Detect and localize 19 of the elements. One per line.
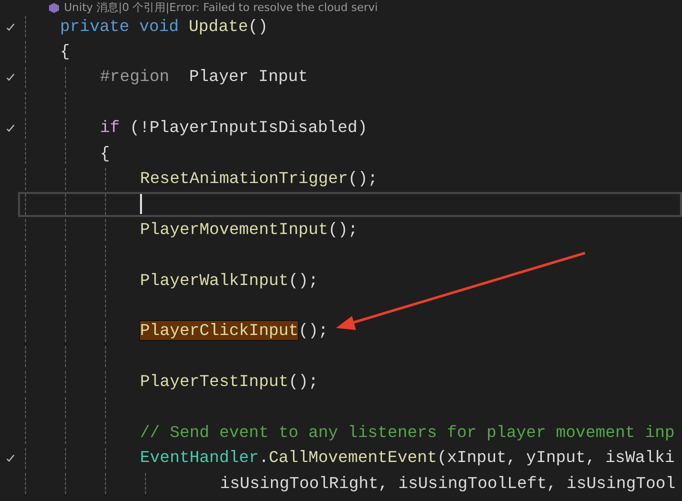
code-line: #region Player Input [100,67,308,88]
code-line: PlayerWalkInput(); [140,270,318,291]
code-line: if (!PlayerInputIsDisabled) [100,118,368,138]
checkmark-icon [6,73,14,82]
code-line: EventHandler.CallMovementEvent(xInput, yInput, isWalki [140,448,675,468]
code-line: // Send event to any listeners for player movement inp [140,422,675,443]
checkmark-icon [6,454,14,462]
code-line: isUsingToolRight, isUsingToolLeft, isUsingTool [220,474,676,494]
code-line: private void Update() [60,16,268,37]
text-cursor [140,194,142,214]
code-line: { [60,42,70,62]
checkmark-icon [6,22,14,31]
code-line: { [100,144,110,164]
cube-icon [48,2,60,14]
code-line: PlayerTestInput(); [140,372,318,392]
codelens-text[interactable]: Unity 消息|0 个引用|Error: Failed to resolve the cloud servi [64,1,378,14]
code-line: PlayerMovementInput(); [140,220,358,240]
checkmark-icon [6,124,14,132]
code-line: ResetAnimationTrigger(); [140,169,378,190]
